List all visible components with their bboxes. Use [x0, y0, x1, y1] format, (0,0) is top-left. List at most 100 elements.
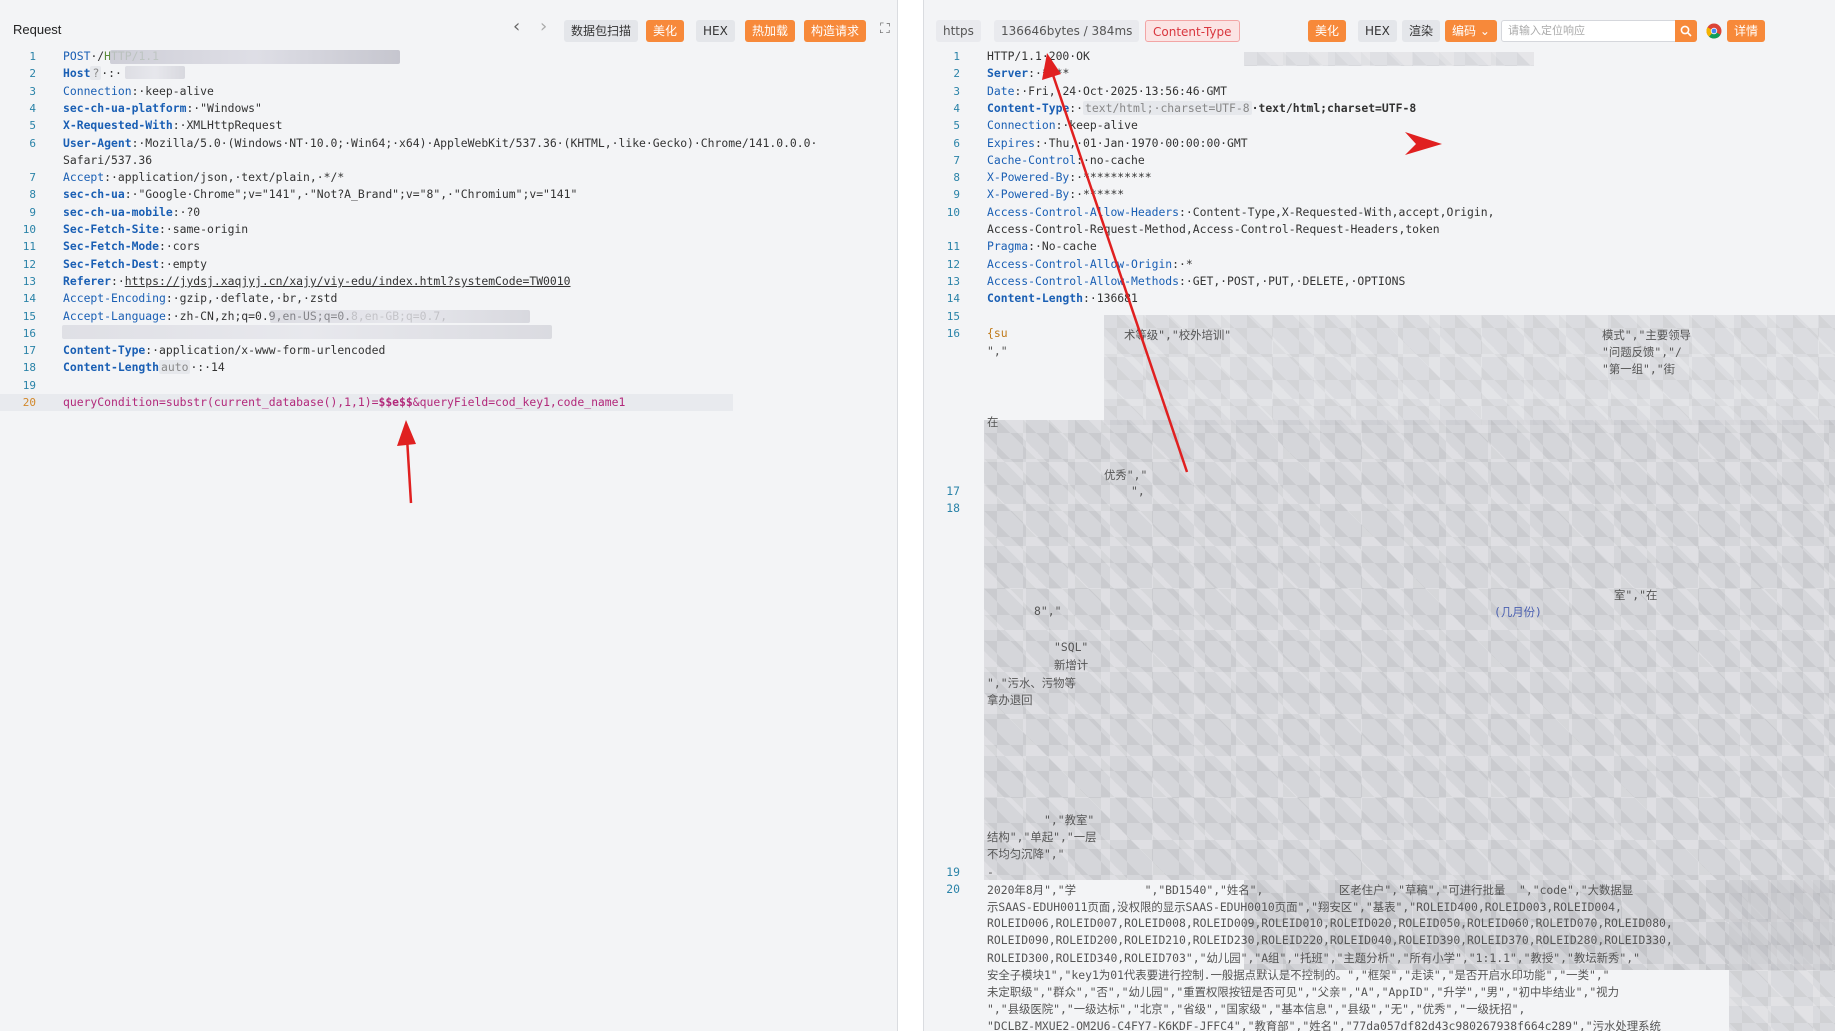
- build-request-button[interactable]: 构造请求: [804, 20, 867, 42]
- line-number: 7: [29, 171, 36, 185]
- code-token: X-Powered-By: [987, 170, 1070, 185]
- response-hex-button[interactable]: HEX: [1358, 20, 1397, 42]
- code-token: :·: [111, 273, 125, 288]
- line-number: 1: [953, 50, 960, 63]
- search-button[interactable]: [1675, 20, 1697, 42]
- line-number: 12: [946, 257, 960, 271]
- hot-reload-button[interactable]: 热加载: [745, 20, 796, 42]
- code-token: Accept-Language: [63, 308, 166, 323]
- code-token: :·"Windows": [186, 100, 262, 115]
- code-token: ·text/html;charset=UTF-8: [1251, 100, 1417, 115]
- chrome-icon[interactable]: [1706, 23, 1722, 39]
- code-token: Access-Control-Allow-Headers: [987, 204, 1180, 219]
- line-number: 5: [29, 119, 36, 133]
- line-number: 7: [953, 153, 960, 167]
- code-line: 9 X-Powered-By:·******: [924, 186, 1835, 203]
- code-token: :·**********: [1069, 170, 1152, 185]
- redaction-mosaic: [1244, 52, 1534, 66]
- code-text: Pragma:·No-cache: [987, 238, 1097, 255]
- redaction-mosaic: [984, 420, 1835, 880]
- response-beautify-button[interactable]: 美化: [1308, 20, 1347, 42]
- search-icon: [1680, 25, 1692, 37]
- response-line-20: 未定职级","群众","否","幼儿园","重置权限按钮是否可见","父亲","…: [987, 985, 1619, 999]
- code-line: 10 Sec-Fetch-Site:·same-origin: [0, 221, 897, 238]
- code-text: Cache-Control:·no-cache: [987, 152, 1145, 169]
- pane-splitter[interactable]: [898, 0, 922, 1031]
- line-number: 9: [953, 188, 960, 202]
- packet-scan-button[interactable]: 数据包扫描: [564, 20, 639, 42]
- line-number: 11: [946, 240, 960, 254]
- response-line-20: ROLEID300,ROLEID340,ROLEID703","幼儿园","A组…: [987, 951, 1640, 965]
- code-token: POST: [63, 49, 91, 63]
- code-token: Sec-Fetch-Dest: [63, 256, 160, 271]
- code-token: :·*: [1172, 256, 1193, 271]
- line-number: 19: [946, 865, 960, 879]
- code-token: &queryField=cod_key1,code_name1: [412, 395, 626, 409]
- render-button[interactable]: 渲染: [1402, 20, 1441, 42]
- code-text: X-Requested-With:·XMLHttpRequest: [63, 117, 282, 134]
- code-token: Host: [63, 66, 91, 81]
- line-number: 12: [22, 257, 36, 271]
- back-arrow-icon[interactable]: ‹: [513, 18, 520, 36]
- line-number: 1: [29, 50, 36, 63]
- request-pane-title: Request: [13, 22, 62, 37]
- code-token: :·same-origin: [159, 222, 249, 236]
- response-fragment: 8",": [1034, 604, 1062, 618]
- request-editor[interactable]: 1POST·/HTTP/1.12Host?·:·3Connection:·kee…: [0, 48, 897, 1031]
- code-text: Access-Control-Allow-Headers:·Content-Ty…: [987, 204, 1495, 221]
- protocol-badge: https: [936, 20, 981, 42]
- line-number: 15: [22, 309, 36, 323]
- line-number: 15: [946, 309, 960, 323]
- code-text: Sec-Fetch-Dest:·empty: [63, 256, 207, 273]
- line-number: 3: [953, 84, 960, 98]
- code-token: Sec-Fetch-Mode: [63, 239, 160, 254]
- content-type-badge[interactable]: Content-Type: [1145, 20, 1240, 42]
- code-text: Sec-Fetch-Site:·same-origin: [63, 221, 248, 238]
- code-token: :·no-cache: [1076, 152, 1145, 167]
- code-text: X-Powered-By:·******: [987, 186, 1124, 203]
- code-line: 7 Accept:·application/json,·text/plain,·*…: [0, 169, 897, 186]
- line-number: 14: [946, 292, 960, 306]
- code-token: https://jydsj.xaqjyj.cn/xajy/viy-edu/ind…: [124, 273, 571, 288]
- response-fragment: 拿办退回: [987, 693, 1033, 707]
- response-line-20: ROLEID090,ROLEID200,ROLEID210,ROLEID230,…: [987, 933, 1673, 947]
- response-fragment: -: [987, 865, 994, 879]
- forward-arrow-icon[interactable]: ›: [540, 18, 547, 36]
- code-token: Referer: [63, 273, 112, 288]
- code-token: :·application/x-www-form-urlencoded: [145, 343, 386, 358]
- code-token: :·Content-Type,X-Requested-With,accept,O…: [1179, 204, 1495, 219]
- code-text: Access-Control-Request-Method,Access-Con…: [987, 221, 1440, 238]
- locate-response-input[interactable]: 请输入定位响应: [1501, 20, 1676, 42]
- code-text: User-Agent:·Mozilla/5.0·(Windows·NT·10.0…: [63, 135, 817, 152]
- hex-button[interactable]: HEX: [696, 20, 735, 42]
- response-fragment: ","污水、污物等: [987, 676, 1076, 690]
- beautify-button[interactable]: 美化: [646, 20, 685, 42]
- code-token: :·Fri,·24·Oct·2025·13:56:46·GMT: [1014, 83, 1228, 98]
- detail-button[interactable]: 详情: [1727, 20, 1766, 42]
- code-line: 3 Date:·Fri,·24·Oct·2025·13:56:46·GMT: [924, 83, 1835, 100]
- code-text: Expires:·Thu,·01·Jan·1970·00:00:00·GMT: [987, 135, 1248, 152]
- encoding-label: 编码: [1452, 24, 1477, 38]
- code-line: 12 Sec-Fetch-Dest:·empty: [0, 256, 897, 273]
- code-line: Safari/537.36: [0, 152, 897, 169]
- redaction-blur: [62, 325, 552, 339]
- code-token: Accept-Encoding: [63, 291, 166, 306]
- code-text: Sec-Fetch-Mode:·cors: [63, 238, 200, 255]
- code-token: :·keep-alive: [131, 83, 214, 98]
- code-token: :·******: [1069, 187, 1125, 202]
- code-text: Content-Length auto ·:·14: [63, 359, 225, 376]
- response-fragment: 术等级","校外培训": [1124, 328, 1232, 342]
- code-token: :·empty: [159, 256, 208, 271]
- response-toolbar: https 136646bytes / 384ms Content-Type 美…: [924, 0, 1835, 46]
- encoding-dropdown[interactable]: 编码 ⌄: [1445, 20, 1497, 42]
- code-line: 19: [0, 377, 897, 394]
- expand-icon[interactable]: ⛶: [880, 22, 890, 36]
- code-token: ·:·: [101, 66, 122, 81]
- code-token: Access-Control-Allow-Methods: [987, 273, 1180, 288]
- code-token: :·keep-alive: [1055, 118, 1138, 133]
- line-number: 5: [953, 119, 960, 133]
- response-fragment: ","教室": [1044, 813, 1095, 827]
- code-line: 8 sec-ch-ua:·"Google·Chrome";v="141",·"No…: [0, 186, 897, 203]
- response-line-20: "DCLBZ-MXUE2-OM2U6-C4FY7-K6KDF-JFFC4","教…: [987, 1019, 1661, 1031]
- code-line: 10 Access-Control-Allow-Headers:·Content-…: [924, 204, 1835, 221]
